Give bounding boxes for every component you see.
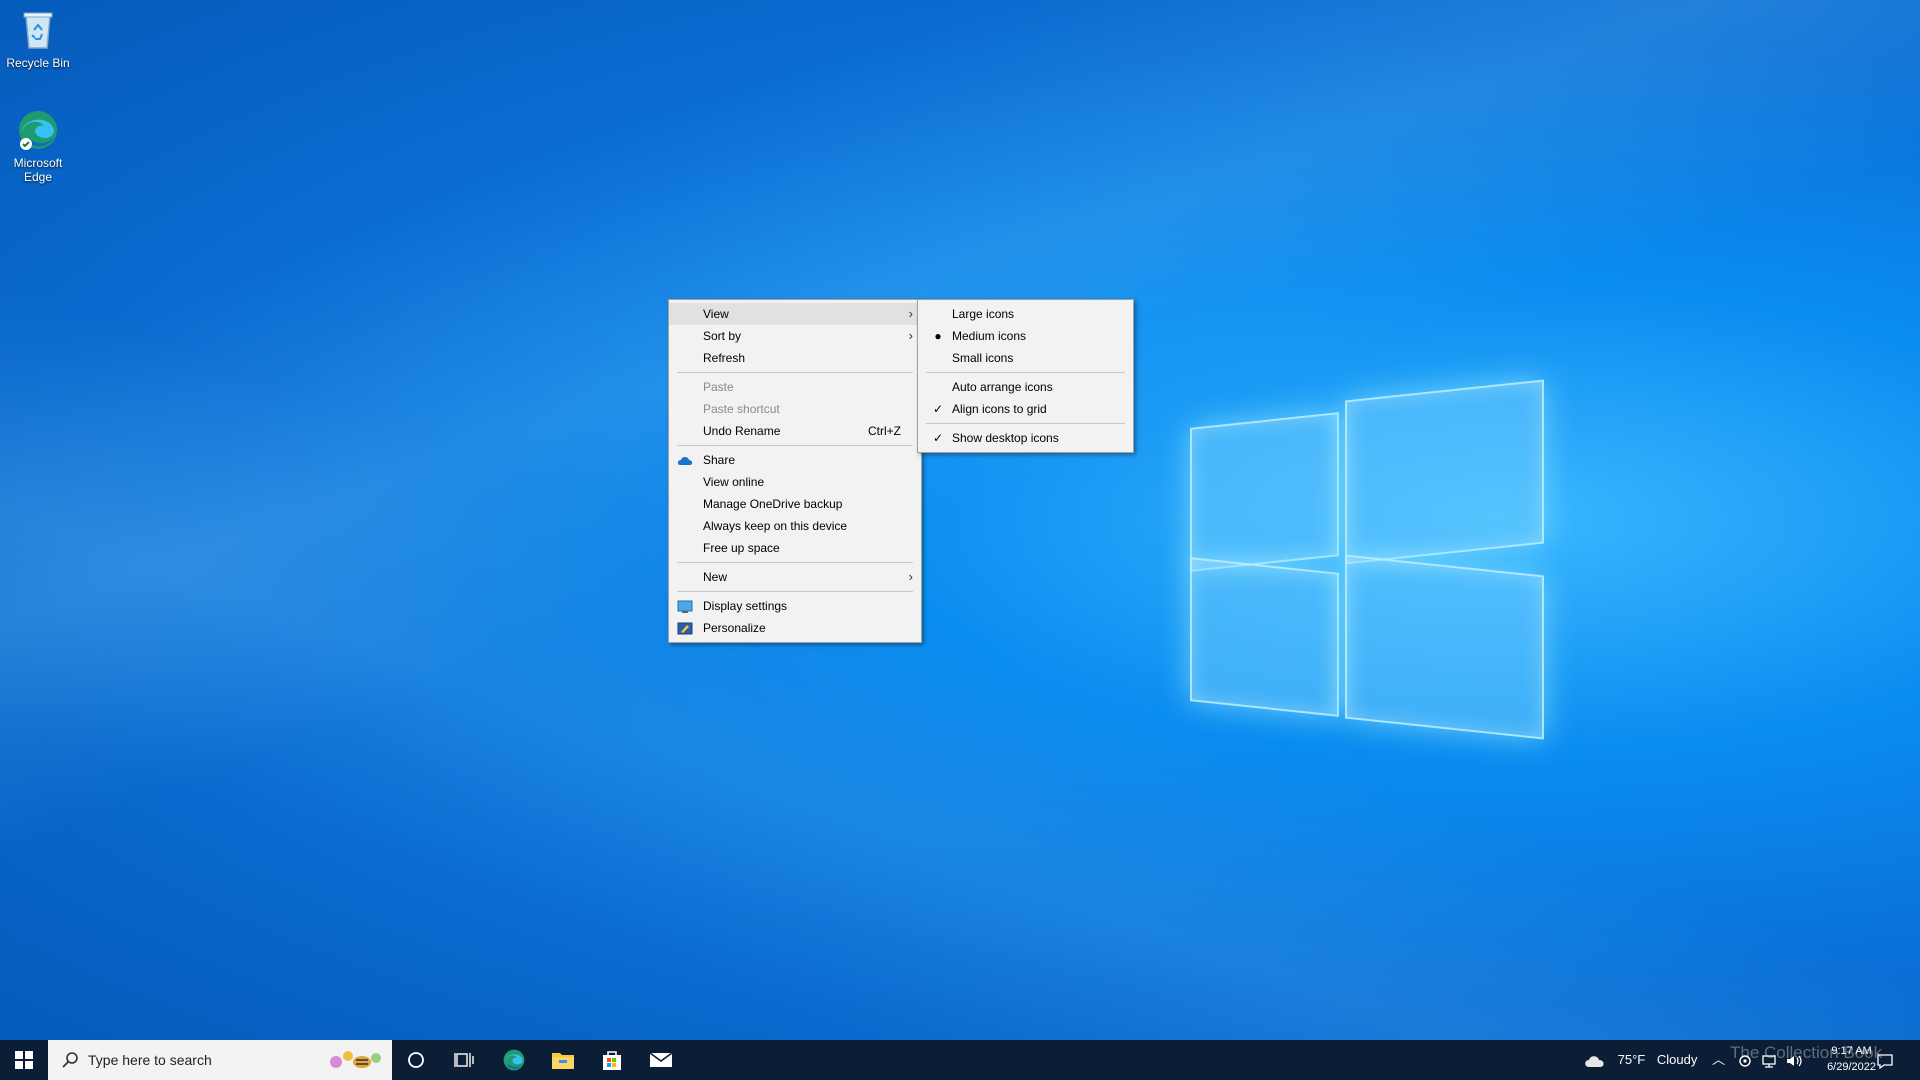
mail-icon — [649, 1052, 673, 1067]
menu-item-label: Personalize — [703, 621, 766, 635]
weather-temperature: 75°F — [1617, 1052, 1646, 1067]
tray-overflow-button[interactable]: ︿ — [1712, 1040, 1725, 1080]
menu-item-always-keep[interactable]: Always keep on this device — [669, 515, 921, 537]
menu-item-label: New — [703, 570, 728, 584]
submenu-item-label: Large icons — [952, 307, 1015, 321]
menu-item-manage-onedrive-backup[interactable]: Manage OneDrive backup — [669, 493, 921, 515]
submenu-item-large-icons[interactable]: Large icons — [918, 303, 1133, 325]
menu-item-label: Paste shortcut — [703, 402, 780, 416]
submenu-item-label: Show desktop icons — [952, 431, 1059, 445]
wallpaper-beam — [0, 0, 1920, 1080]
menu-item-label: View online — [703, 475, 765, 489]
taskbar-edge-button[interactable] — [490, 1040, 538, 1080]
menu-separator — [926, 372, 1125, 373]
menu-item-paste-shortcut[interactable]: Paste shortcut — [669, 398, 921, 420]
menu-item-label: Sort by — [703, 329, 742, 343]
menu-item-undo-rename[interactable]: Undo Rename Ctrl+Z — [669, 420, 921, 442]
menu-item-view[interactable]: View › — [669, 303, 921, 325]
submenu-item-small-icons[interactable]: Small icons — [918, 347, 1133, 369]
recycle-bin-icon — [16, 8, 60, 52]
menu-item-label: Share — [703, 453, 736, 467]
menu-item-personalize[interactable]: Personalize — [669, 617, 921, 639]
chevron-right-icon: › — [908, 306, 913, 321]
radio-bullet-icon: ● — [934, 329, 942, 343]
taskbar-search-box[interactable]: Type here to search — [48, 1040, 392, 1080]
menu-item-share[interactable]: Share — [669, 449, 921, 471]
desktop-icon-label: Microsoft Edge — [13, 156, 63, 184]
taskbar-store-button[interactable] — [588, 1040, 636, 1080]
cortana-button[interactable] — [392, 1040, 440, 1080]
windows-logo-wallpaper — [1190, 379, 1550, 740]
view-submenu: Large icons ● Medium icons Small icons A… — [917, 299, 1134, 453]
folder-icon — [552, 1053, 574, 1069]
menu-separator — [677, 562, 913, 563]
chevron-up-icon: ︿ — [1712, 1052, 1726, 1067]
start-button[interactable] — [0, 1040, 48, 1080]
checkmark-icon: ✓ — [932, 402, 944, 416]
task-view-button[interactable] — [440, 1040, 488, 1080]
menu-item-label: Free up space — [703, 541, 780, 555]
wallpaper-beam — [0, 0, 1920, 1080]
menu-item-label: View — [703, 307, 729, 321]
menu-item-label: Always keep on this device — [703, 519, 848, 533]
menu-separator — [677, 445, 913, 446]
menu-item-view-online[interactable]: View online — [669, 471, 921, 493]
menu-item-sort-by[interactable]: Sort by › — [669, 325, 921, 347]
taskbar-file-explorer-button[interactable] — [539, 1040, 587, 1080]
windows-start-icon — [15, 1051, 33, 1069]
taskbar: Type here to search 75°F Cloudy ︿ 9:17 A… — [0, 1040, 1920, 1080]
submenu-item-align-to-grid[interactable]: ✓ Align icons to grid — [918, 398, 1133, 420]
menu-item-label: Display settings — [703, 599, 788, 613]
checkmark-icon: ✓ — [932, 431, 944, 445]
desktop-icon-label: Recycle Bin — [6, 56, 70, 70]
submenu-item-label: Medium icons — [952, 329, 1027, 343]
menu-item-paste[interactable]: Paste — [669, 376, 921, 398]
desktop-context-menu: View › Sort by › Refresh Paste Paste sho… — [668, 299, 922, 643]
chevron-right-icon: › — [908, 569, 913, 584]
menu-item-label: Refresh — [703, 351, 746, 365]
menu-separator — [926, 423, 1125, 424]
menu-item-label: Paste — [703, 380, 734, 394]
edge-icon — [503, 1049, 525, 1071]
personalize-icon — [677, 621, 693, 635]
search-placeholder: Type here to search — [88, 1052, 212, 1068]
menu-item-display-settings[interactable]: Display settings — [669, 595, 921, 617]
desktop-icon-microsoft-edge[interactable]: Microsoft Edge — [0, 108, 76, 184]
submenu-item-auto-arrange[interactable]: Auto arrange icons — [918, 376, 1133, 398]
cortana-circle-icon — [408, 1052, 424, 1068]
submenu-item-label: Align icons to grid — [952, 402, 1047, 416]
taskbar-mail-button[interactable] — [637, 1040, 685, 1080]
watermark: The Collection Book — [1730, 1043, 1883, 1062]
menu-item-shortcut: Ctrl+Z — [868, 424, 901, 438]
submenu-item-show-desktop-icons[interactable]: ✓ Show desktop icons — [918, 427, 1133, 449]
search-highlight-illustration-icon — [322, 1046, 386, 1074]
menu-separator — [677, 591, 913, 592]
desktop-icon-recycle-bin[interactable]: Recycle Bin — [0, 8, 76, 70]
menu-item-label: Manage OneDrive backup — [703, 497, 843, 511]
menu-separator — [677, 372, 913, 373]
weather-condition: Cloudy — [1656, 1052, 1698, 1067]
submenu-item-label: Auto arrange icons — [952, 380, 1053, 394]
menu-item-label: Undo Rename — [703, 424, 781, 438]
chevron-right-icon: › — [908, 328, 913, 343]
menu-item-free-up-space[interactable]: Free up space — [669, 537, 921, 559]
menu-item-new[interactable]: New › — [669, 566, 921, 588]
onedrive-cloud-icon — [677, 453, 693, 467]
edge-icon — [16, 108, 60, 152]
weather-widget[interactable]: 75°F Cloudy — [1584, 1040, 1697, 1080]
menu-item-refresh[interactable]: Refresh — [669, 347, 921, 369]
search-icon — [62, 1051, 80, 1072]
store-bag-icon — [603, 1051, 621, 1070]
submenu-item-medium-icons[interactable]: ● Medium icons — [918, 325, 1133, 347]
task-view-icon — [454, 1053, 474, 1067]
submenu-item-label: Small icons — [952, 351, 1014, 365]
cloud-weather-icon — [1585, 1055, 1604, 1067]
display-settings-icon — [677, 599, 693, 613]
